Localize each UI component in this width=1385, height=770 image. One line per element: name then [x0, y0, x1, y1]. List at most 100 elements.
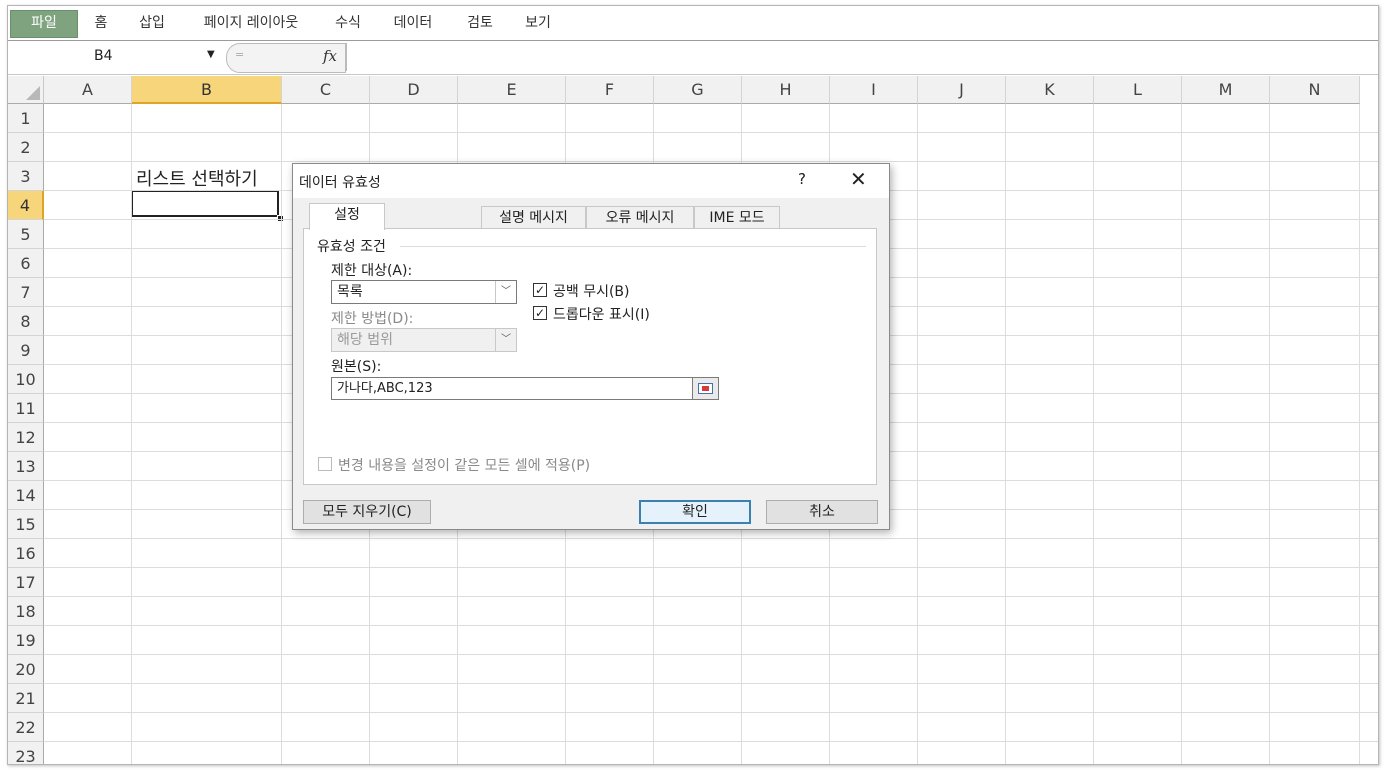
- formula-bar: B4 ▼ = fx: [8, 41, 1378, 75]
- column-header-d[interactable]: D: [370, 76, 458, 104]
- tab-data[interactable]: 데이터: [388, 11, 438, 36]
- row-header-7[interactable]: 7: [8, 278, 44, 307]
- collapse-dialog-icon: [698, 383, 713, 394]
- help-icon[interactable]: ?: [798, 170, 806, 188]
- tab-home[interactable]: 홈: [86, 11, 116, 36]
- formula-buttons: = fx: [226, 43, 346, 73]
- excel-window: 파일 홈 삽입 페이지 레이아웃 수식 데이터 검토 보기 B4 ▼ = fx …: [7, 5, 1379, 765]
- tab-review[interactable]: 검토: [460, 11, 500, 36]
- tab-formulas[interactable]: 수식: [328, 11, 368, 36]
- data-validation-dialog: 데이터 유효성 ? ✕ 설명 메시지 오류 메시지 IME 모드 유효성 조건 …: [292, 163, 890, 530]
- row-header-15[interactable]: 15: [8, 510, 44, 539]
- tab-file[interactable]: 파일: [10, 10, 78, 38]
- row-header-9[interactable]: 9: [8, 336, 44, 365]
- row-header-8[interactable]: 8: [8, 307, 44, 336]
- grid-row-line: [44, 654, 1378, 655]
- name-box-value: B4: [94, 48, 113, 64]
- source-label: 원본(S):: [331, 359, 382, 375]
- ignore-blank-checkbox[interactable]: ✓: [533, 283, 547, 297]
- row-header-12[interactable]: 12: [8, 423, 44, 452]
- row-header-16[interactable]: 16: [8, 539, 44, 568]
- row-header-11[interactable]: 11: [8, 394, 44, 423]
- column-header-j[interactable]: J: [918, 76, 1006, 104]
- row-header-18[interactable]: 18: [8, 597, 44, 626]
- grid-column-line: [1005, 104, 1006, 764]
- row-header-10[interactable]: 10: [8, 365, 44, 394]
- grid-row-line: [44, 161, 1378, 162]
- insert-function-icon[interactable]: fx: [323, 47, 337, 65]
- column-header-b[interactable]: B: [132, 76, 282, 104]
- chevron-down-icon[interactable]: ﹀: [495, 281, 516, 303]
- data-label: 제한 방법(D):: [331, 311, 414, 327]
- name-box[interactable]: B4 ▼: [8, 45, 223, 69]
- close-icon[interactable]: ✕: [850, 167, 867, 191]
- row-header-19[interactable]: 19: [8, 626, 44, 655]
- row-header-1[interactable]: 1: [8, 104, 44, 133]
- column-header-f[interactable]: F: [566, 76, 654, 104]
- column-header-l[interactable]: L: [1094, 76, 1182, 104]
- formula-input[interactable]: [346, 43, 1377, 71]
- ok-button[interactable]: 확인: [639, 500, 751, 524]
- grid-column-line: [917, 104, 918, 764]
- select-all-icon: [26, 86, 40, 100]
- column-header-c[interactable]: C: [282, 76, 370, 104]
- grid-row-line: [44, 596, 1378, 597]
- row-header-17[interactable]: 17: [8, 568, 44, 597]
- column-header-g[interactable]: G: [654, 76, 742, 104]
- dropdown-label[interactable]: 드롭다운 표시(I): [553, 304, 650, 324]
- row-header-22[interactable]: 22: [8, 713, 44, 742]
- column-header-k[interactable]: K: [1006, 76, 1094, 104]
- column-header-n[interactable]: N: [1270, 76, 1360, 104]
- dropdown-checkbox[interactable]: ✓: [533, 306, 547, 320]
- column-header-a[interactable]: A: [44, 76, 132, 104]
- row-header-13[interactable]: 13: [8, 452, 44, 481]
- grid-column-line: [1093, 104, 1094, 764]
- column-header-i[interactable]: I: [830, 76, 918, 104]
- tab-ime-mode[interactable]: IME 모드: [694, 206, 780, 228]
- allow-select-value: 목록: [337, 284, 363, 300]
- apply-all-checkbox[interactable]: [318, 457, 332, 471]
- row-header-4[interactable]: 4: [8, 191, 44, 220]
- grid-column-line: [131, 104, 132, 764]
- ignore-blank-label[interactable]: 공백 무시(B): [553, 281, 630, 301]
- tab-error-alert[interactable]: 오류 메시지: [586, 206, 694, 228]
- cell-b3[interactable]: 리스트 선택하기: [136, 165, 258, 191]
- grid-row-line: [44, 538, 1378, 539]
- column-header-m[interactable]: M: [1182, 76, 1270, 104]
- active-cell-b4[interactable]: [131, 190, 279, 217]
- column-header-h[interactable]: H: [742, 76, 830, 104]
- column-header-e[interactable]: E: [458, 76, 566, 104]
- validation-criteria-label: 유효성 조건: [317, 236, 390, 256]
- tab-view[interactable]: 보기: [518, 11, 558, 36]
- row-header-21[interactable]: 21: [8, 684, 44, 713]
- range-select-button[interactable]: [693, 377, 719, 400]
- grid-row-line: [44, 683, 1378, 684]
- grid-row-line: [44, 625, 1378, 626]
- apply-all-label[interactable]: 변경 내용을 설정이 같은 모든 셀에 적용(P): [338, 455, 590, 475]
- tab-input-message[interactable]: 설명 메시지: [481, 206, 586, 228]
- cancel-button[interactable]: 취소: [766, 500, 878, 524]
- group-divider: [400, 246, 866, 247]
- row-header-14[interactable]: 14: [8, 481, 44, 510]
- expand-handle-icon[interactable]: =: [235, 48, 244, 61]
- row-header-23[interactable]: 23: [8, 742, 44, 764]
- data-select-value: 해당 범위: [337, 332, 393, 348]
- data-select: 해당 범위 ﹀: [331, 328, 517, 352]
- ribbon-tabs: 파일 홈 삽입 페이지 레이아웃 수식 데이터 검토 보기: [8, 6, 1378, 41]
- row-header-2[interactable]: 2: [8, 133, 44, 162]
- row-header-3[interactable]: 3: [8, 162, 44, 191]
- tab-page-layout[interactable]: 페이지 레이아웃: [192, 11, 310, 36]
- tab-insert[interactable]: 삽입: [132, 11, 172, 36]
- row-header-20[interactable]: 20: [8, 655, 44, 684]
- source-input[interactable]: 가나다,ABC,123: [331, 377, 693, 400]
- allow-select[interactable]: 목록 ﹀: [331, 280, 517, 304]
- dialog-title: 데이터 유효성: [299, 175, 381, 191]
- grid-column-line: [1269, 104, 1270, 764]
- chevron-down-icon: ﹀: [495, 329, 516, 351]
- select-all-button[interactable]: [8, 76, 44, 104]
- row-header-6[interactable]: 6: [8, 249, 44, 278]
- name-box-dropdown-icon[interactable]: ▼: [207, 49, 215, 60]
- tab-settings[interactable]: 설정: [309, 203, 385, 230]
- row-header-5[interactable]: 5: [8, 220, 44, 249]
- clear-all-button[interactable]: 모두 지우기(C): [303, 500, 431, 524]
